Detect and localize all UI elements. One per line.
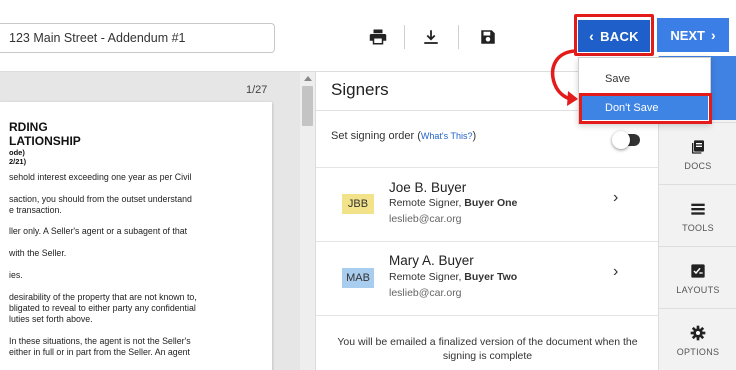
signer-email: leslieb@car.org [389,213,462,225]
signer-initials-badge: MAB [342,268,374,288]
page-text-line: ller only. A Seller's agent or a subagen… [9,226,188,236]
rail-item-layouts[interactable]: LAYOUTS [659,246,736,308]
page-text-line: In these situations, the agent is not th… [9,336,191,346]
options-gear-icon [688,323,708,343]
page-text-line: luties set forth above. [9,314,93,324]
page-text-line: with the Seller. [9,248,67,258]
chevron-right-icon: › [613,189,619,206]
signer-role: Remote Signer, Buyer One [389,197,517,209]
chevron-right-icon: › [711,27,716,43]
divider [316,167,659,168]
signer-role-name: Buyer One [464,197,518,209]
signing-order-text-end: ) [472,130,477,142]
page-text-line: bligated to reveal to either party any c… [9,303,196,313]
rail-label: TOOLS [682,223,714,233]
page-text-line: e transaction. [9,205,62,215]
menu-item-save[interactable]: Save [605,73,630,85]
print-icon[interactable] [366,25,390,49]
signer-role-prefix: Remote Signer, [389,197,465,209]
page-heading-line: RDING [9,120,48,134]
scroll-up-icon[interactable] [304,76,312,81]
download-icon[interactable] [419,25,443,49]
signer-role-prefix: Remote Signer, [389,271,465,283]
panel-title: Signers [331,80,389,99]
rail-label: OPTIONS [676,347,720,357]
divider [316,315,659,316]
toggle-knob [612,131,630,149]
tools-icon [688,199,708,219]
page-text-line: saction, you should from the outset unde… [9,194,192,204]
chevron-right-icon: › [613,263,619,280]
signer-role-name: Buyer Two [464,271,518,283]
whats-this-link[interactable]: What's This? [421,131,473,141]
signer-name: Joe B. Buyer [389,180,467,195]
page-heading-line: LATIONSHIP [9,134,81,148]
annotation-arrow-icon [550,49,578,106]
document-name-field[interactable]: 123 Main Street - Addendum #1 [0,23,275,53]
signing-order-toggle[interactable] [612,131,640,149]
dont-save-highlight [579,93,712,124]
page-text-line: sehold interest exceeding one year as pe… [9,172,192,182]
document-page: RDING LATIONSHIP ode) 2/21) sehold inter… [0,102,272,370]
signing-order-label: Set signing order (What's This?) [331,130,476,142]
rail-item-options[interactable]: OPTIONS [659,308,736,370]
page-counter: 1/27 [246,84,268,96]
finalized-email-notice: You will be emailed a finalized version … [316,335,659,363]
rail-label: DOCS [684,161,712,171]
page-code-line: ode) [9,148,25,157]
page-text-line: desirability of the property that are no… [9,292,197,302]
page-date-line: 2/21) [9,157,27,166]
rail-item-tools[interactable]: TOOLS [659,184,736,246]
toolbar-divider [458,25,459,49]
next-button-label: NEXT [670,27,705,43]
next-button[interactable]: NEXT › [657,18,729,52]
page-text-line: ies. [9,270,23,280]
rail-item-docs[interactable]: DOCS [659,122,736,184]
signing-order-text: Set signing order ( [331,130,421,142]
signer-name: Mary A. Buyer [389,253,474,268]
notice-line: You will be emailed a finalized version … [337,336,638,348]
back-dropdown-menu: Save Don't Save [578,57,712,124]
document-scrollbar[interactable] [300,72,315,370]
document-viewer[interactable]: 1/27 RDING LATIONSHIP ode) 2/21) sehold … [0,72,300,370]
notice-line: signing is complete [442,350,533,362]
page-text-line: either in full or in part from the Selle… [9,347,190,357]
floppy-disk-icon[interactable] [476,25,500,49]
signer-row[interactable]: JBB Joe B. Buyer Remote Signer, Buyer On… [316,172,659,234]
scrollbar-thumb[interactable] [302,86,313,126]
signer-email: leslieb@car.org [389,287,462,299]
documents-icon [688,137,708,157]
rail-label: LAYOUTS [676,285,720,295]
signer-role: Remote Signer, Buyer Two [389,271,517,283]
layouts-icon [688,261,708,281]
toolbar-divider [404,25,405,49]
divider [316,241,659,242]
signer-row[interactable]: MAB Mary A. Buyer Remote Signer, Buyer T… [316,246,659,308]
app-root: 123 Main Street - Addendum #1 ‹ BACK NEX… [0,0,736,370]
signer-initials-badge: JBB [342,194,374,214]
